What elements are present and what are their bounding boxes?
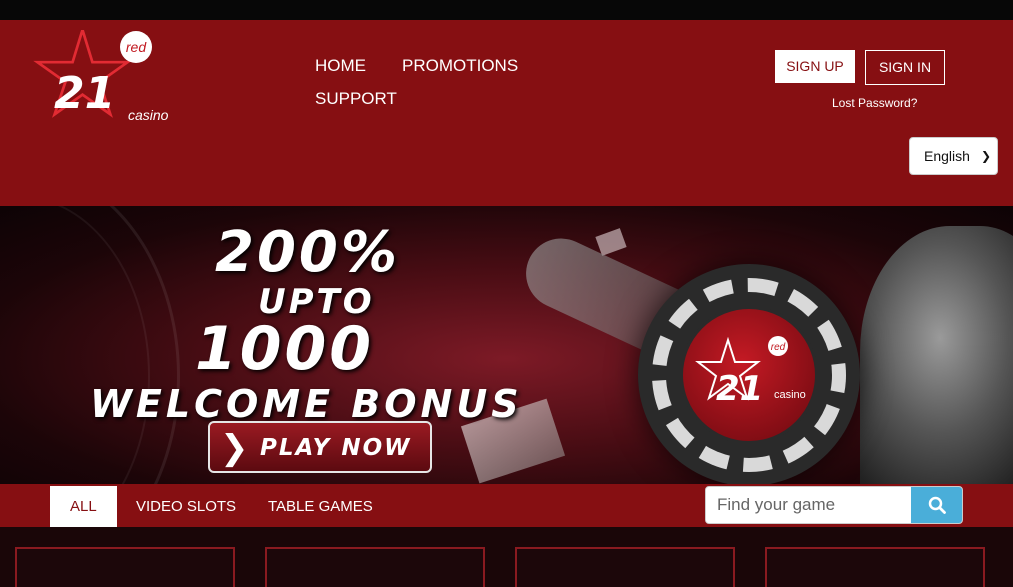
chevron-down-icon: ❯ [980,149,991,163]
game-tile[interactable] [265,547,485,587]
svg-text:21: 21 [716,369,763,409]
search-input[interactable] [706,487,911,523]
svg-text:casino: casino [774,389,806,401]
game-tile[interactable] [15,547,235,587]
nav-support[interactable]: SUPPORT [315,89,397,109]
language-selected: English [924,148,970,164]
casino-chip-image: 21 red casino [638,264,860,484]
search-icon [928,496,946,514]
top-strip [0,0,1013,20]
logo-word: casino [128,107,169,120]
chip-logo-icon: 21 red casino [695,336,806,409]
play-now-label: PLAY NOW [260,435,412,461]
game-grid [0,527,1013,587]
promo-welcome-bonus: WELCOME BONUS [90,382,523,426]
promo-banner[interactable]: 21 red casino 200% UPTO 1000 WELCOME BON… [0,206,1013,484]
language-select[interactable]: English ❯ [909,137,998,175]
sign-up-button[interactable]: SIGN UP [775,50,855,83]
chevron-right-icon: ❯ [220,429,249,467]
sign-in-button[interactable]: SIGN IN [865,50,945,85]
promo-amount: 1000 [195,314,374,384]
svg-text:red: red [771,342,786,353]
star-logo-icon: 21 red casino [33,25,169,123]
logo-badge: red [126,39,147,55]
game-tile[interactable] [765,547,985,587]
woman-image [860,226,1013,484]
tab-table-games[interactable]: TABLE GAMES [268,486,373,527]
nav-promotions[interactable]: PROMOTIONS [402,56,518,76]
play-now-button[interactable]: ❯ PLAY NOW [208,421,432,473]
tab-all[interactable]: ALL [50,486,117,527]
nav-home[interactable]: HOME [315,56,366,76]
casino-logo[interactable]: 21 red casino [24,25,184,123]
logo-number: 21 [54,68,115,119]
promo-percent: 200% [215,220,401,285]
tab-video-slots[interactable]: VIDEO SLOTS [136,486,236,527]
game-tile[interactable] [515,547,735,587]
game-search [705,486,963,524]
lost-password-link[interactable]: Lost Password? [832,96,917,110]
site-header: 21 red casino HOME PROMOTIONS SUPPORT SI… [0,20,1013,206]
search-button[interactable] [911,487,962,523]
flying-card-image [595,228,627,256]
game-filter-bar: ALL VIDEO SLOTS TABLE GAMES [0,484,1013,527]
